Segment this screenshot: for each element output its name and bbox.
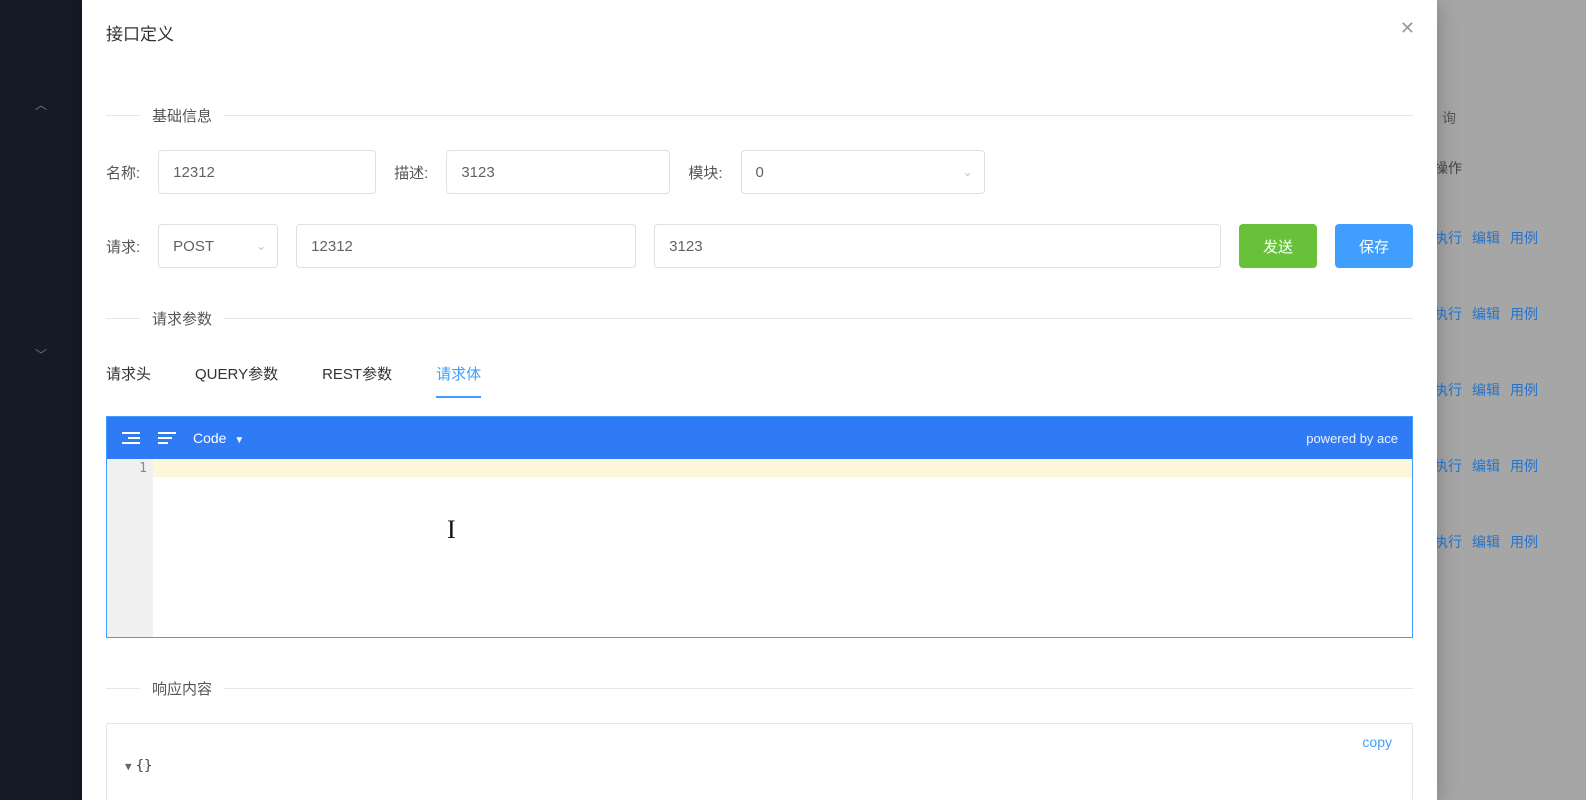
response-root-node[interactable]: ▼ {} [125, 758, 1394, 774]
bg-action-link[interactable]: 用例 [1510, 382, 1538, 398]
param-tabs: 请求头 QUERY参数 REST参数 请求体 [106, 359, 1413, 398]
tab-0[interactable]: 请求头 [106, 359, 151, 398]
bg-actions-column: 操作 执行编辑用例执行编辑用例执行编辑用例执行编辑用例执行编辑用例 [1434, 158, 1564, 608]
section-label-basic: 基础信息 [152, 105, 212, 126]
bg-action-link[interactable]: 用例 [1510, 534, 1538, 550]
format-indent-icon[interactable] [121, 428, 141, 448]
bg-action-link[interactable]: 执行 [1434, 382, 1462, 398]
bg-action-link[interactable]: 执行 [1434, 534, 1462, 550]
desc-input[interactable] [446, 150, 670, 194]
bg-actions-header: 操作 [1434, 158, 1564, 178]
api-definition-modal: ✕ 接口定义 基础信息 名称: 描述: 模块: ⌄ 请求: ⌄ [82, 0, 1437, 800]
caret-down-icon: ▼ [234, 435, 244, 446]
editor-mode-select[interactable]: Code ▼ [193, 430, 244, 446]
section-label-params: 请求参数 [152, 308, 212, 329]
bg-action-link[interactable]: 编辑 [1472, 382, 1500, 398]
response-panel: copy ▼ {} [106, 723, 1413, 800]
bg-query-suffix: 询 [1442, 108, 1456, 128]
label-desc: 描述: [394, 162, 428, 183]
response-root-value: {} [136, 758, 153, 774]
module-select[interactable] [741, 150, 985, 194]
url-input[interactable] [654, 224, 1221, 268]
section-header-params: 请求参数 [106, 308, 1413, 329]
bg-action-link[interactable]: 编辑 [1472, 458, 1500, 474]
format-align-icon[interactable] [157, 428, 177, 448]
section-label-response: 响应内容 [152, 678, 212, 699]
label-request: 请求: [106, 236, 140, 257]
bg-action-link[interactable]: 执行 [1434, 230, 1462, 246]
tab-2[interactable]: REST参数 [322, 359, 392, 398]
bg-action-link[interactable]: 编辑 [1472, 534, 1500, 550]
bg-action-row: 执行编辑用例 [1434, 532, 1564, 552]
copy-button[interactable]: copy [1362, 734, 1392, 750]
bg-action-row: 执行编辑用例 [1434, 456, 1564, 476]
bg-action-link[interactable]: 用例 [1510, 458, 1538, 474]
bg-action-link[interactable]: 编辑 [1472, 306, 1500, 322]
tab-3[interactable]: 请求体 [436, 359, 481, 398]
label-module: 模块: [688, 162, 722, 183]
path-input[interactable] [296, 224, 636, 268]
editor-mode-label: Code [193, 430, 226, 446]
save-button[interactable]: 保存 [1335, 224, 1413, 268]
modal-title: 接口定义 [106, 20, 1413, 45]
bg-action-link[interactable]: 用例 [1510, 230, 1538, 246]
editor-active-line [153, 459, 1412, 477]
label-name: 名称: [106, 162, 140, 183]
bg-action-link[interactable]: 执行 [1434, 458, 1462, 474]
editor-toolbar: Code ▼ powered by ace [107, 417, 1412, 459]
close-icon[interactable]: ✕ [1400, 18, 1415, 39]
editor-gutter: 1 [107, 459, 153, 637]
section-header-basic: 基础信息 [106, 105, 1413, 126]
bg-action-link[interactable]: 执行 [1434, 306, 1462, 322]
name-input[interactable] [158, 150, 376, 194]
caret-down-icon: ▼ [125, 760, 132, 773]
method-select[interactable] [158, 224, 278, 268]
editor-powered-by: powered by ace [1306, 431, 1398, 446]
bg-action-link[interactable]: 编辑 [1472, 230, 1500, 246]
tab-1[interactable]: QUERY参数 [195, 359, 278, 398]
request-body-editor: Code ▼ powered by ace 1 I [106, 416, 1413, 638]
send-button[interactable]: 发送 [1239, 224, 1317, 268]
line-number: 1 [107, 461, 147, 476]
section-header-response: 响应内容 [106, 678, 1413, 699]
text-cursor-icon: I [447, 515, 456, 545]
bg-action-row: 执行编辑用例 [1434, 304, 1564, 324]
bg-action-row: 执行编辑用例 [1434, 380, 1564, 400]
bg-action-row: 执行编辑用例 [1434, 228, 1564, 248]
editor-code-area[interactable]: I [153, 459, 1412, 637]
bg-action-link[interactable]: 用例 [1510, 306, 1538, 322]
